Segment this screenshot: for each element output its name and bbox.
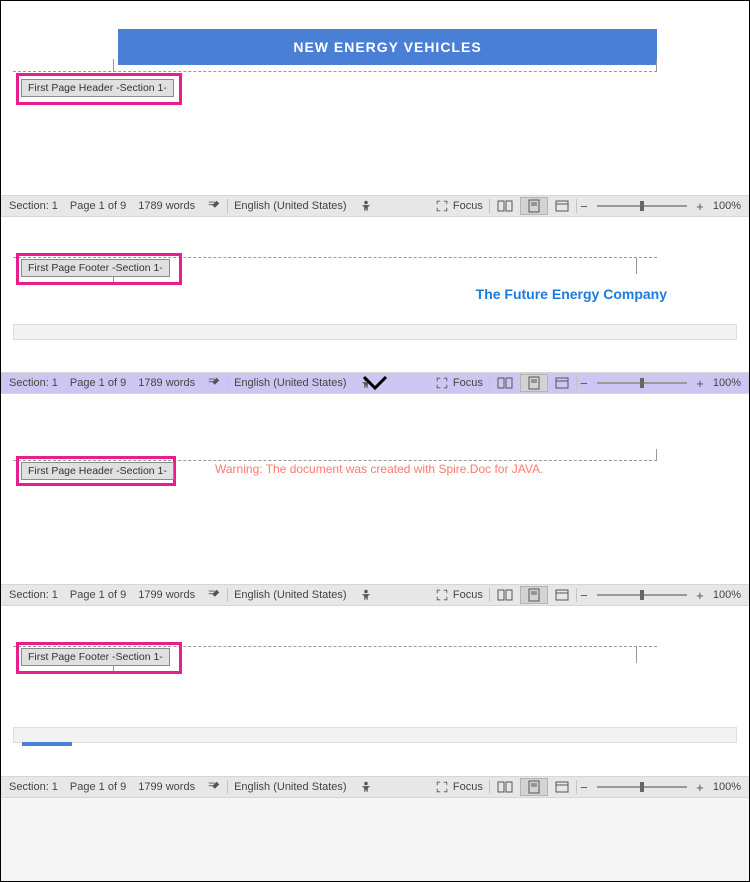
read-mode-button[interactable]: [490, 197, 520, 215]
web-layout-button[interactable]: [548, 197, 576, 215]
header-boundary-line: [13, 71, 657, 72]
status-page[interactable]: Page 1 of 9: [64, 781, 132, 793]
zoom-out-button[interactable]: −: [577, 780, 591, 795]
focus-button[interactable]: Focus: [429, 199, 489, 213]
print-layout-button[interactable]: [520, 778, 548, 796]
panel-footer-2: First Page Footer -Section 1-: [1, 606, 749, 776]
status-words[interactable]: 1799 words: [132, 781, 201, 793]
focus-button[interactable]: Focus: [429, 376, 489, 390]
status-words[interactable]: 1789 words: [132, 377, 201, 389]
proofing-icon[interactable]: [201, 588, 227, 602]
document-title: NEW ENERGY VEHICLES: [293, 39, 481, 55]
read-mode-button[interactable]: [490, 374, 520, 392]
status-page[interactable]: Page 1 of 9: [64, 200, 132, 212]
status-language[interactable]: English (United States): [228, 781, 353, 793]
zoom-out-button[interactable]: −: [577, 588, 591, 603]
proofing-icon[interactable]: [201, 780, 227, 794]
header-boundary-line: [13, 460, 657, 461]
status-section[interactable]: Section: 1: [3, 200, 64, 212]
status-section[interactable]: Section: 1: [3, 781, 64, 793]
print-layout-button[interactable]: [520, 374, 548, 392]
zoom-slider[interactable]: [597, 205, 687, 207]
zoom-in-button[interactable]: +: [693, 376, 707, 391]
panel-header-1: NEW ENERGY VEHICLES First Page Header -S…: [1, 1, 749, 195]
read-mode-button[interactable]: [490, 778, 520, 796]
web-layout-button[interactable]: [548, 374, 576, 392]
spire-warning-text: Warning: The document was created with S…: [215, 462, 543, 476]
proofing-icon[interactable]: [201, 376, 227, 390]
print-layout-button[interactable]: [520, 197, 548, 215]
status-words[interactable]: 1799 words: [132, 589, 201, 601]
status-bar: Section: 1 Page 1 of 9 1799 words Englis…: [1, 584, 749, 606]
accessibility-icon[interactable]: [353, 780, 379, 794]
status-words[interactable]: 1789 words: [132, 200, 201, 212]
header-section-label[interactable]: First Page Header -Section 1-: [21, 462, 174, 480]
status-bar: Section: 1 Page 1 of 9 1799 words Englis…: [1, 776, 749, 798]
focus-button[interactable]: Focus: [429, 780, 489, 794]
focus-button[interactable]: Focus: [429, 588, 489, 602]
footer-section-label[interactable]: First Page Footer -Section 1-: [21, 648, 170, 666]
zoom-out-button[interactable]: −: [577, 199, 591, 214]
zoom-in-button[interactable]: +: [693, 588, 707, 603]
status-bar: Section: 1 Page 1 of 9 1789 words Englis…: [1, 195, 749, 217]
zoom-out-button[interactable]: −: [577, 376, 591, 391]
zoom-in-button[interactable]: +: [693, 780, 707, 795]
zoom-slider[interactable]: [597, 382, 687, 384]
panel-footer-1: First Page Footer -Section 1- The Future…: [1, 217, 749, 372]
web-layout-button[interactable]: [548, 778, 576, 796]
footer-boundary-line: [13, 257, 657, 258]
accessibility-icon[interactable]: [353, 588, 379, 602]
zoom-percent[interactable]: 100%: [707, 589, 747, 601]
status-language[interactable]: English (United States): [228, 377, 353, 389]
status-section[interactable]: Section: 1: [3, 589, 64, 601]
accessibility-icon[interactable]: [353, 199, 379, 213]
zoom-percent[interactable]: 100%: [707, 377, 747, 389]
chevron-down-icon: [360, 373, 390, 393]
header-section-label[interactable]: First Page Header -Section 1-: [21, 79, 174, 97]
zoom-slider[interactable]: [597, 594, 687, 596]
page-strip: [13, 727, 737, 743]
footer-section-label[interactable]: First Page Footer -Section 1-: [21, 259, 170, 277]
zoom-percent[interactable]: 100%: [707, 781, 747, 793]
web-layout-button[interactable]: [548, 586, 576, 604]
status-page[interactable]: Page 1 of 9: [64, 589, 132, 601]
zoom-percent[interactable]: 100%: [707, 200, 747, 212]
proofing-icon[interactable]: [201, 199, 227, 213]
footer-boundary-line: [13, 646, 657, 647]
page-strip: [13, 324, 737, 340]
status-section[interactable]: Section: 1: [3, 377, 64, 389]
panel-header-2: First Page Header -Section 1- Warning: T…: [1, 394, 749, 584]
zoom-in-button[interactable]: +: [693, 199, 707, 214]
print-layout-button[interactable]: [520, 586, 548, 604]
status-language[interactable]: English (United States): [228, 200, 353, 212]
status-language[interactable]: English (United States): [228, 589, 353, 601]
document-title-banner: NEW ENERGY VEHICLES: [118, 29, 657, 65]
status-page[interactable]: Page 1 of 9: [64, 377, 132, 389]
read-mode-button[interactable]: [490, 586, 520, 604]
zoom-slider[interactable]: [597, 786, 687, 788]
